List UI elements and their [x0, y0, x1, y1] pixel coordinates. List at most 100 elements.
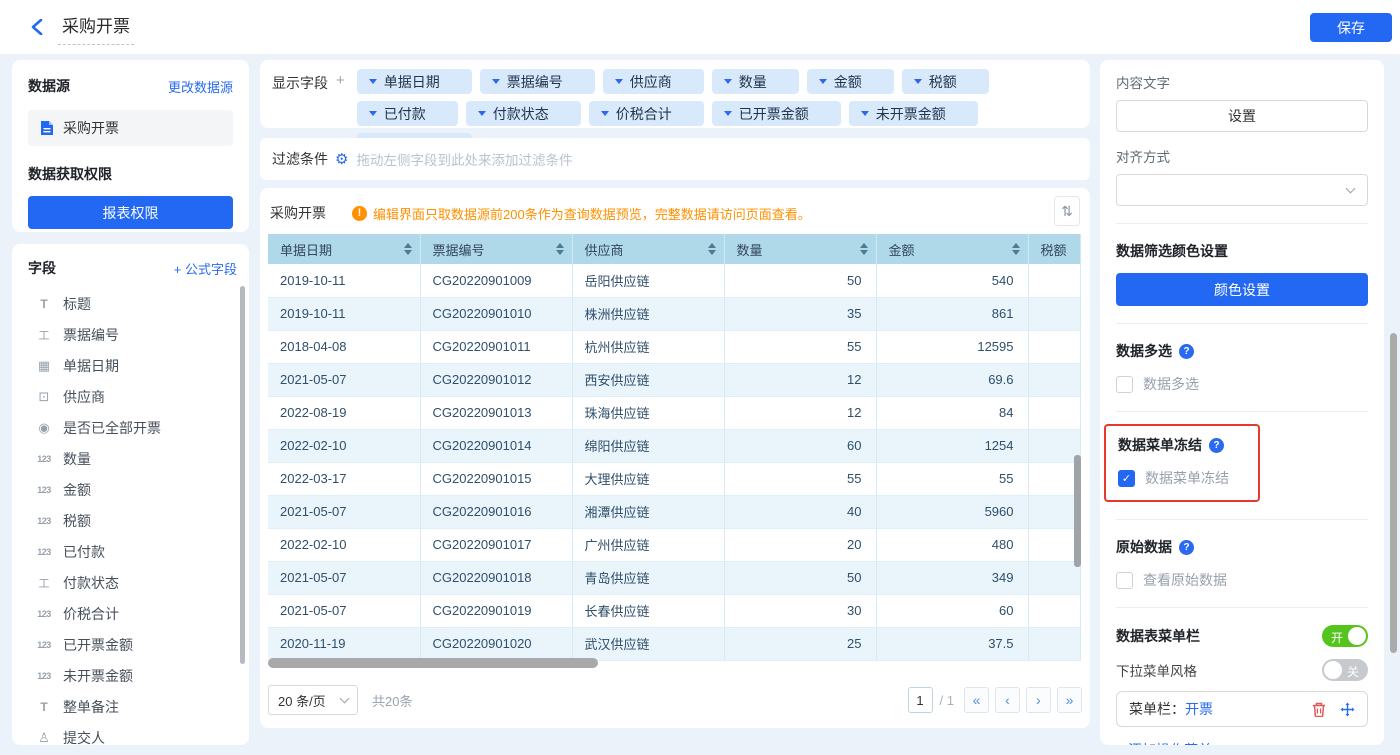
field-item[interactable]: 123已开票金额 [28, 629, 237, 660]
display-field-chip[interactable]: 单据日期 [357, 69, 472, 94]
multi-select-checkbox[interactable] [1116, 376, 1133, 393]
fields-scrollbar[interactable] [240, 286, 245, 664]
sort-icon[interactable] [860, 243, 868, 255]
field-item[interactable]: ▦单据日期 [28, 350, 237, 381]
table-row[interactable]: 2021-05-07CG20220901019长春供应链3060 [268, 594, 1080, 627]
table-horizontal-scrollbar[interactable] [268, 658, 598, 668]
help-icon[interactable]: ? [1209, 438, 1224, 453]
table-row[interactable]: 2022-02-10CG20220901017广州供应链20480 [268, 528, 1080, 561]
field-item[interactable]: 123数量 [28, 443, 237, 474]
table-row[interactable]: 2021-05-07CG20220901018青岛供应链50349 [268, 561, 1080, 594]
table-cell: CG20220901011 [420, 330, 572, 363]
table-row[interactable]: 2021-05-07CG20220901016湘潭供应链405960 [268, 495, 1080, 528]
display-field-chip[interactable]: 票据编号 [480, 69, 595, 94]
display-field-chip[interactable]: 金额 [807, 69, 894, 94]
table-row[interactable]: 2020-11-19CG20220901020武汉供应链2537.5 [268, 627, 1080, 660]
table-cell: 50 [724, 561, 876, 594]
caret-down-icon [724, 111, 732, 116]
field-item[interactable]: 123未开票金额 [28, 660, 237, 691]
datasource-item[interactable]: 采购开票 [28, 110, 233, 146]
sort-icon[interactable] [708, 243, 716, 255]
field-item[interactable]: 123金额 [28, 474, 237, 505]
multi-select-checkbox-row[interactable]: 数据多选 [1116, 374, 1368, 394]
save-button[interactable]: 保存 [1310, 13, 1392, 42]
dropdown-style-toggle-off[interactable]: 关 [1322, 659, 1368, 681]
table-cell: 37.5 [876, 627, 1028, 660]
current-page-box[interactable]: 1 [908, 687, 933, 713]
sort-icon[interactable] [556, 243, 564, 255]
column-header[interactable]: 税额 [1028, 234, 1080, 264]
report-perm-button[interactable]: 报表权限 [28, 196, 233, 229]
field-item[interactable]: ◉是否已全部开票 [28, 412, 237, 443]
column-header[interactable]: 供应商 [572, 234, 724, 264]
trash-icon[interactable] [1312, 702, 1326, 717]
table-row[interactable]: 2019-10-11CG20220901010株洲供应链35861 [268, 297, 1080, 330]
freeze-checkbox-row[interactable]: ✓ 数据菜单冻结 [1118, 468, 1248, 488]
field-item[interactable]: 工付款状态 [28, 567, 237, 598]
column-header[interactable]: 金额 [876, 234, 1028, 264]
window-scrollbar[interactable] [1390, 333, 1397, 653]
display-field-chip[interactable]: 未开票金额 [849, 101, 978, 126]
chip-label: 数量 [739, 72, 767, 92]
column-header[interactable]: 票据编号 [420, 234, 572, 264]
page-size-select[interactable]: 20 条/页 [268, 685, 358, 715]
menu-item-value[interactable]: 开票 [1185, 699, 1213, 719]
display-field-chip[interactable]: 数量 [712, 69, 799, 94]
table-row[interactable]: 2022-03-17CG20220901015大理供应链5555 [268, 462, 1080, 495]
field-item[interactable]: T标题 [28, 288, 237, 319]
display-field-chip[interactable]: 价税合计 [589, 101, 704, 126]
display-field-chip[interactable]: 供应商 [603, 69, 704, 94]
add-formula-field-link[interactable]: + 公式字段 [174, 259, 237, 278]
table-vertical-scrollbar[interactable] [1074, 455, 1081, 567]
sort-order-icon[interactable]: ⇅ [1054, 196, 1080, 226]
next-page-button[interactable]: › [1026, 687, 1051, 713]
table-row[interactable]: 2018-04-08CG20220901011杭州供应链5512595 [268, 330, 1080, 363]
menubar-toggle-on[interactable]: 开 [1322, 625, 1368, 647]
display-field-chip[interactable]: 税额 [902, 69, 989, 94]
table-cell: 2022-02-10 [268, 528, 420, 561]
field-item[interactable]: 123已付款 [28, 536, 237, 567]
raw-data-checkbox[interactable] [1116, 572, 1133, 589]
field-item[interactable]: ♙提交人 [28, 722, 237, 745]
table-row[interactable]: 2022-02-10CG20220901014绵阳供应链601254 [268, 429, 1080, 462]
last-page-button[interactable]: » [1057, 687, 1082, 713]
caret-down-icon [724, 79, 732, 84]
add-action-menu-link[interactable]: + 添加操作菜单 [1116, 740, 1368, 745]
field-item[interactable]: 工票据编号 [28, 319, 237, 350]
gear-icon[interactable]: ⚙ [335, 150, 348, 168]
help-icon[interactable]: ? [1179, 344, 1194, 359]
field-item[interactable]: 123价税合计 [28, 598, 237, 629]
table-row[interactable]: 2022-08-19CG20220901013珠海供应链1284 [268, 396, 1080, 429]
table-row[interactable]: 2019-10-11CG20220901009岳阳供应链50540 [268, 264, 1080, 297]
help-icon[interactable]: ? [1179, 540, 1194, 555]
table-row[interactable]: 2021-05-07CG20220901012西安供应链1269.6 [268, 363, 1080, 396]
column-header[interactable]: 数量 [724, 234, 876, 264]
menu-item-row[interactable]: 菜单栏： 开票 [1116, 691, 1368, 727]
freeze-checkbox[interactable]: ✓ [1118, 470, 1135, 487]
raw-data-checkbox-row[interactable]: 查看原始数据 [1116, 570, 1368, 590]
field-item[interactable]: ⊡供应商 [28, 381, 237, 412]
move-icon[interactable] [1340, 702, 1355, 717]
content-text-settings-button[interactable]: 设置 [1116, 100, 1368, 132]
display-field-chip[interactable]: 已付款 [357, 101, 458, 126]
column-header-inner: 金额 [889, 240, 1024, 259]
align-select[interactable] [1116, 174, 1368, 206]
first-page-button[interactable]: « [964, 687, 989, 713]
add-display-field-icon[interactable]: + [336, 72, 345, 89]
table-cell [1028, 297, 1080, 330]
field-item[interactable]: T整单备注 [28, 691, 237, 722]
display-field-chip[interactable]: 付款状态 [466, 101, 581, 126]
color-settings-button[interactable]: 颜色设置 [1116, 273, 1368, 306]
column-label: 税额 [1041, 240, 1067, 259]
column-label: 数量 [737, 240, 763, 259]
column-header[interactable]: 单据日期 [268, 234, 420, 264]
back-icon[interactable] [26, 16, 48, 38]
prev-page-button[interactable]: ‹ [995, 687, 1020, 713]
change-datasource-link[interactable]: 更改数据源 [168, 77, 233, 96]
field-item[interactable]: 123税额 [28, 505, 237, 536]
sort-icon[interactable] [404, 243, 412, 255]
field-list: T标题工票据编号▦单据日期⊡供应商◉是否已全部开票123数量123金额123税额… [28, 288, 237, 745]
sort-icon[interactable] [1012, 243, 1020, 255]
display-field-chip[interactable]: 已开票金额 [712, 101, 841, 126]
divider [1116, 519, 1368, 520]
